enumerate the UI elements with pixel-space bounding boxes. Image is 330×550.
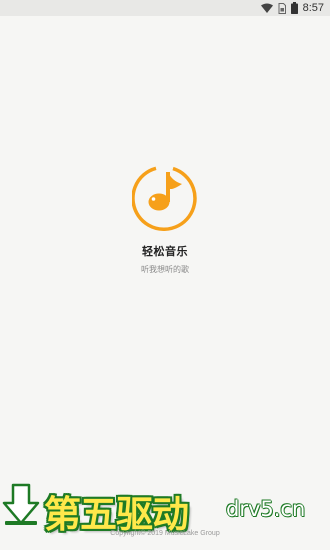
music-note-icon bbox=[131, 165, 198, 231]
watermark-domain: drv5.cn bbox=[226, 497, 306, 521]
battery-icon bbox=[290, 2, 298, 14]
download-arrow-icon bbox=[2, 483, 40, 525]
status-icons: 8:57 bbox=[260, 1, 324, 15]
sim-card-icon bbox=[278, 2, 286, 14]
status-bar: 8:57 bbox=[0, 0, 330, 16]
app-slogan: 听我想听的歌 bbox=[141, 265, 189, 274]
wifi-icon bbox=[260, 3, 273, 13]
status-time: 8:57 bbox=[302, 2, 324, 14]
app-name: 轻松音乐 bbox=[142, 245, 188, 258]
copyright-text: Copyright© 2019 MusicLake Group bbox=[110, 530, 220, 537]
